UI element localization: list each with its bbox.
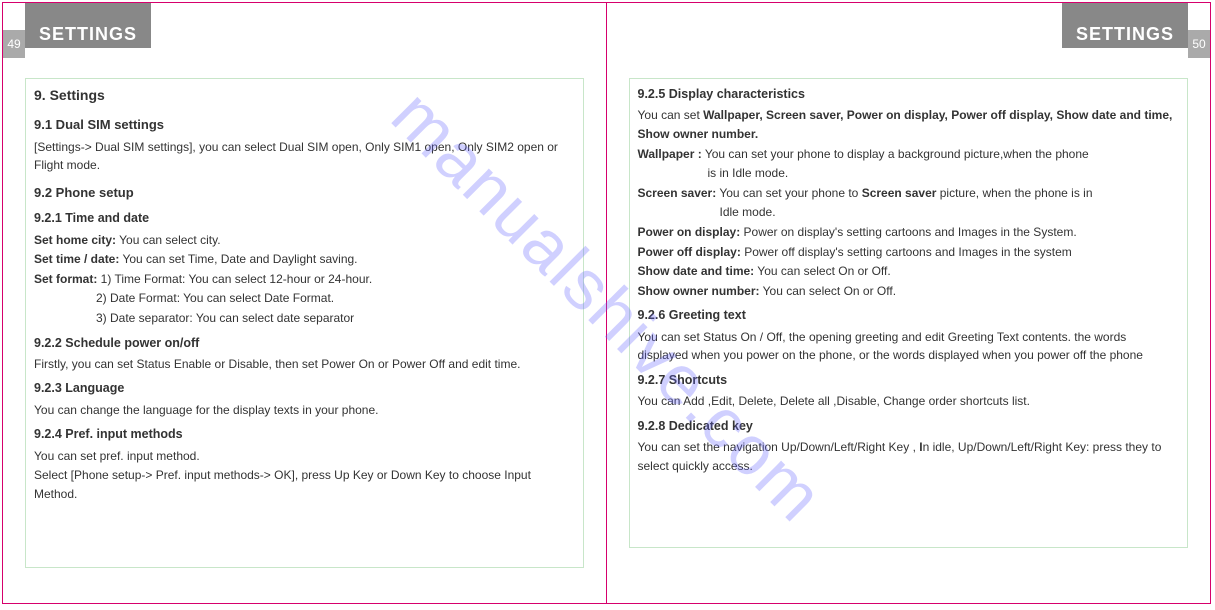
heading-9-2-3: 9.2.3 Language [34,379,575,398]
text-screensaver-2: Idle mode. [638,203,1180,222]
heading-9-2-6: 9.2.6 Greeting text [638,306,1180,325]
text-9-2-4b: Select [Phone setup-> Pref. input method… [34,466,575,503]
header-tab-right: SETTINGS [1062,3,1188,48]
text-9-2-3: You can change the language for the disp… [34,401,575,420]
text-show-date: Show date and time: You can select On or… [638,262,1180,281]
heading-9-2-2: 9.2.2 Schedule power on/off [34,334,575,353]
text-9-2-6: You can set Status On / Off, the opening… [638,328,1180,365]
text-power-off: Power off display: Power off display's s… [638,243,1180,262]
text-9-2-7: You can Add ,Edit, Delete, Delete all ,D… [638,392,1180,411]
heading-9-2-8: 9.2.8 Dedicated key [638,417,1180,436]
text-9-2-2: Firstly, you can set Status Enable or Di… [34,355,575,374]
text-9-1: [Settings-> Dual SIM settings], you can … [34,138,575,175]
text-show-owner: Show owner number: You can select On or … [638,282,1180,301]
content-left: 9. Settings 9.1 Dual SIM settings [Setti… [25,78,584,568]
text-format-1: Set format: 1) Time Format: You can sele… [34,270,575,289]
text-9-2-5-intro: You can set Wallpaper, Screen saver, Pow… [638,106,1180,143]
heading-9-1: 9.1 Dual SIM settings [34,115,575,135]
heading-9-2-7: 9.2.7 Shortcuts [638,371,1180,390]
text-power-on: Power on display: Power on display's set… [638,223,1180,242]
text-9-2-4a: You can set pref. input method. [34,447,575,466]
text-time-date: Set time / date: You can set Time, Date … [34,250,575,269]
text-format-3: 3) Date separator: You can select date s… [34,309,575,328]
text-home-city: Set home city: You can select city. [34,231,575,250]
heading-9-2-5: 9.2.5 Display characteristics [638,85,1180,104]
heading-settings: 9. Settings [34,85,575,107]
text-format-2: 2) Date Format: You can select Date Form… [34,289,575,308]
page-left: 49 SETTINGS 9. Settings 9.1 Dual SIM set… [3,3,607,603]
header-tab-left: SETTINGS [25,3,151,48]
heading-9-2-1: 9.2.1 Time and date [34,209,575,228]
text-9-2-8: You can set the navigation Up/Down/Left/… [638,438,1180,475]
heading-9-2: 9.2 Phone setup [34,183,575,203]
text-wallpaper: Wallpaper : You can set your phone to di… [638,145,1180,164]
content-right: 9.2.5 Display characteristics You can se… [629,78,1189,548]
text-wallpaper-2: is in Idle mode. [638,164,1180,183]
heading-9-2-4: 9.2.4 Pref. input methods [34,425,575,444]
text-screensaver: Screen saver: You can set your phone to … [638,184,1180,203]
page-right: 50 SETTINGS 9.2.5 Display characteristic… [607,3,1211,603]
page-number-left: 49 [3,30,25,58]
document-frame: 49 SETTINGS 9. Settings 9.1 Dual SIM set… [2,2,1211,604]
page-number-right: 50 [1188,30,1210,58]
